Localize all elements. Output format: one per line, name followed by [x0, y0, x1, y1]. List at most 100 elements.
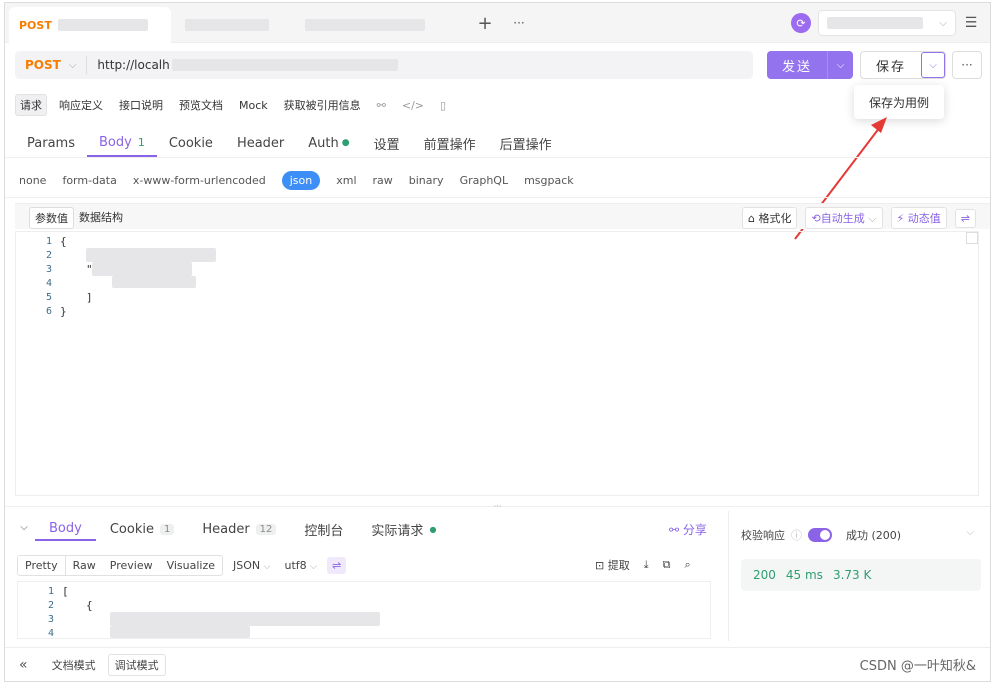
dynamic-value-button[interactable]: ⚡ 动态值	[890, 207, 947, 229]
debug-mode-button[interactable]: 调试模式	[107, 653, 166, 676]
body-type-xml[interactable]: xml	[336, 174, 356, 187]
menu-icon[interactable]: ☰	[961, 13, 981, 33]
panel-icon[interactable]: ▯	[436, 97, 450, 114]
chevron-down-icon[interactable]: ⌵	[921, 52, 945, 78]
body-type-graphql[interactable]: GraphQL	[460, 174, 509, 187]
response-tab-body[interactable]: Body	[35, 517, 96, 541]
subtab-request[interactable]: 请求	[15, 94, 47, 116]
tab-header[interactable]: Header	[225, 129, 296, 157]
share-button[interactable]: ⚯ 分享	[669, 521, 707, 538]
response-size: 3.73 K	[832, 568, 872, 582]
tab-param-values[interactable]: 参数值	[29, 207, 74, 229]
format-type-select[interactable]: JSON ⌵	[233, 559, 270, 572]
code-icon[interactable]: </>	[398, 97, 428, 114]
line-number: 2	[47, 600, 54, 611]
tab-auth[interactable]: Auth ●	[296, 129, 361, 157]
mode-pretty[interactable]: Pretty	[18, 555, 66, 575]
tab-label: 设置	[373, 137, 400, 153]
more-tabs-icon[interactable]: ···	[509, 13, 529, 33]
body-actions: ⌂ 格式化 ⟲自动生成 ⌵ ⚡ 动态值 ⇌	[742, 207, 976, 229]
collapse-response-icon[interactable]: ⌵	[17, 520, 31, 534]
subtab-mock[interactable]: Mock	[235, 97, 272, 114]
validate-toggle[interactable]	[808, 528, 832, 542]
mode-visualize[interactable]: Visualize	[160, 556, 222, 575]
send-button[interactable]: 发送 ⌵	[767, 51, 853, 79]
url-input[interactable]: http://localh	[97, 58, 169, 72]
tab-bar: POST + ··· ⟳ ⌵ ☰	[5, 3, 990, 43]
tab-settings[interactable]: 设置	[362, 129, 412, 157]
response-tab-console[interactable]: 控制台	[290, 517, 357, 541]
search-icon[interactable]: ⌕	[684, 558, 690, 572]
status-bar: 200 45 ms 3.73 K	[741, 559, 981, 591]
header-count: 12	[255, 523, 277, 535]
extract-label: 提取	[607, 559, 630, 572]
extract-button[interactable]: ⊡ 提取	[595, 557, 630, 573]
tab-body[interactable]: Body 1	[86, 129, 157, 157]
tab-params[interactable]: Params	[15, 129, 87, 157]
format-button[interactable]: ⌂ 格式化	[742, 207, 798, 229]
subtab-references[interactable]: 获取被引用信息	[280, 95, 365, 115]
method-select[interactable]: POST	[25, 58, 61, 72]
body-count: 1	[137, 135, 145, 149]
tab-post-request[interactable]: POST	[9, 7, 171, 43]
body-type-json[interactable]: json	[281, 170, 321, 190]
body-type-none[interactable]: none	[19, 174, 46, 187]
code-blurred	[110, 626, 250, 638]
tab-data-structure[interactable]: 数据结构	[74, 207, 128, 229]
tab-post-operation[interactable]: 后置操作	[488, 129, 564, 157]
response-actions: ⊡ 提取 ⤓ ⧉ ⌕	[595, 557, 691, 573]
tab-label: Body	[98, 134, 132, 150]
subtab-response-def[interactable]: 响应定义	[55, 95, 107, 115]
tab-label: 后置操作	[499, 137, 552, 153]
chevron-down-icon: ⌵	[939, 17, 947, 29]
chevron-down-icon[interactable]: ⌵	[828, 60, 853, 71]
body-view-toggle: 参数值 数据结构	[29, 207, 128, 229]
more-options-button[interactable]: ···	[952, 51, 982, 79]
response-tab-actual-request[interactable]: 实际请求 ●	[357, 517, 450, 541]
sync-icon[interactable]: ⟳	[791, 13, 811, 33]
format-type-value: JSON	[233, 558, 261, 572]
chevron-down-icon: ⌵	[68, 59, 77, 71]
body-type-msgpack[interactable]: msgpack	[524, 174, 574, 187]
tab-cookie[interactable]: Cookie	[157, 129, 225, 157]
link-icon[interactable]: ⚯	[373, 97, 390, 114]
wrap-icon[interactable]: ⇌	[954, 208, 976, 228]
copy-icon[interactable]: ⧉	[663, 558, 671, 572]
format-label: 格式化	[758, 212, 792, 225]
line-number: 6	[45, 306, 52, 317]
subtab-preview-doc[interactable]: 预览文档	[175, 95, 227, 115]
json-body-editor[interactable]: 1 { 2 3 " 4 5 ] 6 }	[15, 231, 979, 496]
body-type-form-data[interactable]: form-data	[62, 174, 116, 187]
mode-raw[interactable]: Raw	[66, 556, 103, 575]
tab-title-blurred	[305, 19, 425, 31]
tab-label: Cookie	[168, 135, 213, 151]
auto-generate-button[interactable]: ⟲自动生成 ⌵	[805, 207, 883, 229]
body-type-binary[interactable]: binary	[409, 174, 444, 187]
save-as-case-item[interactable]: 保存为用例	[869, 94, 929, 111]
response-body-viewer[interactable]: 1 [ 2 { 3 4	[17, 581, 711, 639]
line-number: 3	[47, 614, 54, 625]
tab-3[interactable]	[295, 7, 435, 43]
body-type-urlencoded[interactable]: x-www-form-urlencoded	[133, 174, 266, 187]
resize-handle[interactable]: ···	[5, 503, 990, 511]
subtab-api-doc[interactable]: 接口说明	[115, 95, 167, 115]
wrap-icon[interactable]: ⇌	[326, 556, 347, 574]
line-number: 4	[45, 278, 52, 289]
mode-preview[interactable]: Preview	[103, 556, 160, 575]
line-number: 1	[45, 236, 52, 247]
add-tab-button[interactable]: +	[475, 13, 495, 34]
chevron-down-icon[interactable]: ⌵	[966, 527, 974, 538]
body-type-raw[interactable]: raw	[373, 174, 393, 187]
response-tab-cookie[interactable]: Cookie 1	[96, 517, 189, 541]
save-button[interactable]: 保存 ⌵	[860, 51, 946, 79]
collapse-sidebar-icon[interactable]: «	[19, 657, 28, 673]
encoding-select[interactable]: utf8 ⌵	[284, 559, 316, 572]
environment-select[interactable]: ⌵	[818, 10, 956, 36]
divider	[5, 197, 990, 198]
tab-2[interactable]	[175, 7, 291, 43]
response-tab-header[interactable]: Header 12	[188, 517, 290, 541]
download-icon[interactable]: ⤓	[644, 558, 649, 572]
doc-mode-button[interactable]: 文档模式	[46, 655, 102, 675]
tab-pre-operation[interactable]: 前置操作	[412, 129, 488, 157]
auth-status-dot-icon: ●	[341, 138, 350, 148]
